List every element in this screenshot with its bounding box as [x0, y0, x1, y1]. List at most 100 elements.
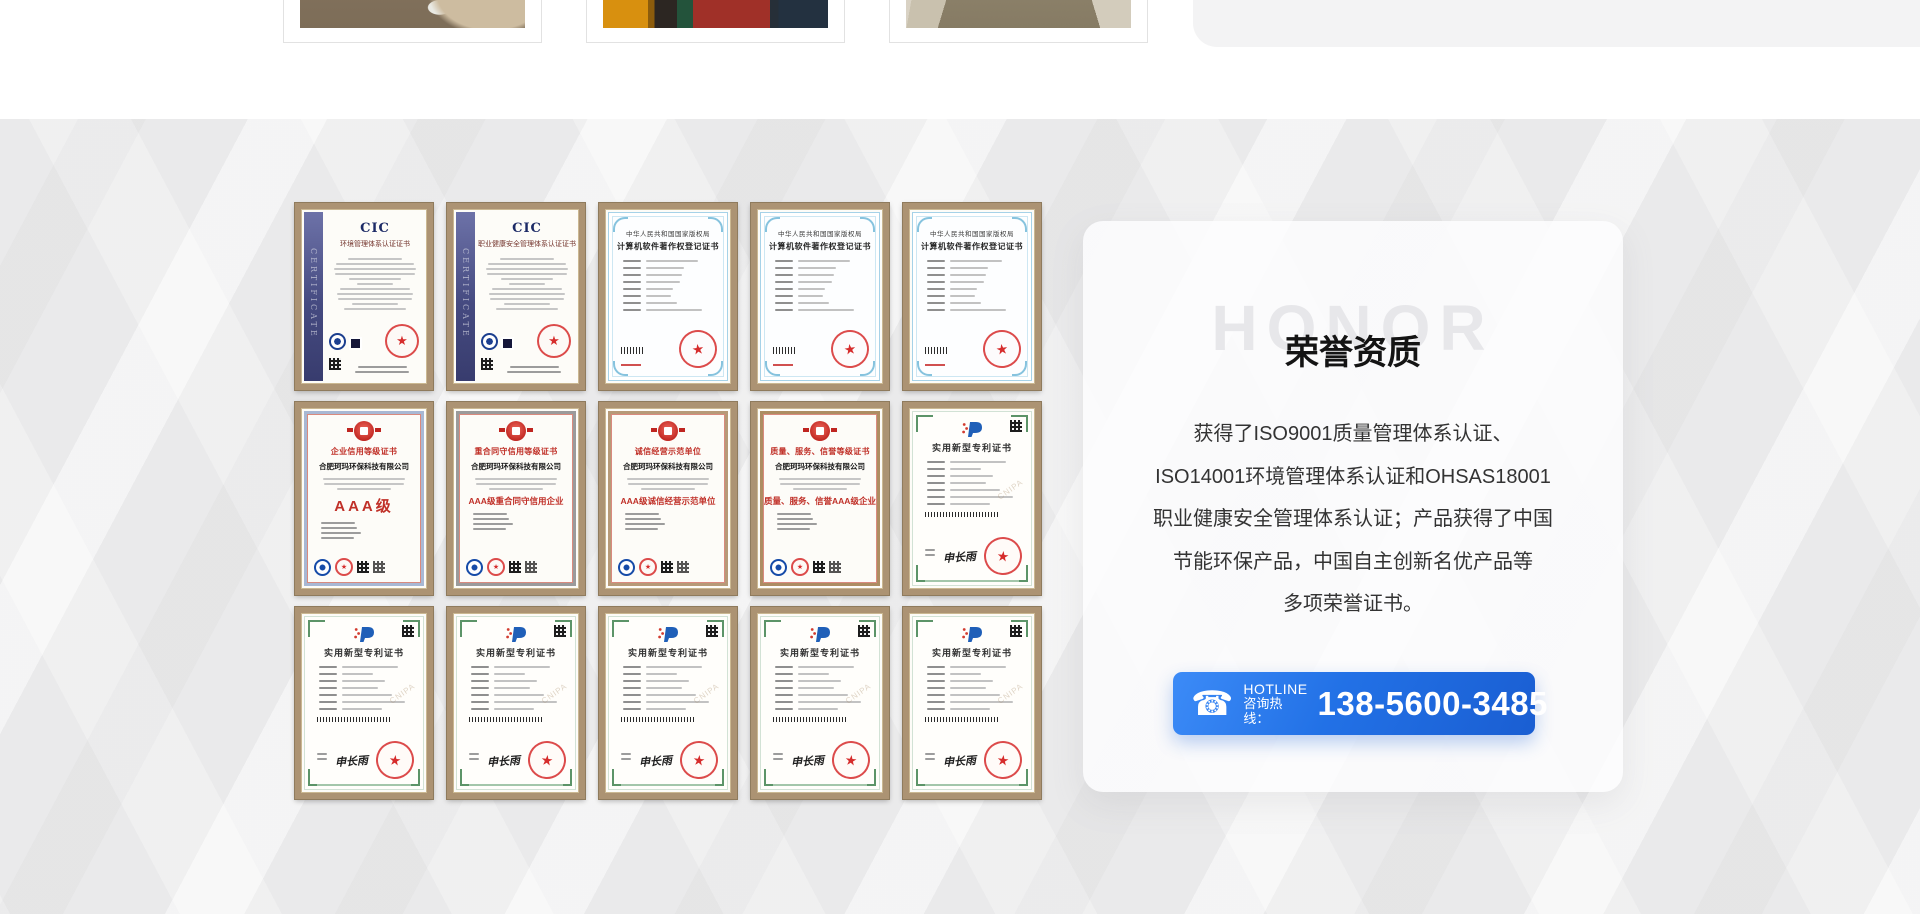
certificate-patent[interactable]: 实用新型专利证书申长雨★CNIPA [903, 402, 1041, 595]
field-label [927, 281, 945, 283]
certificate-paper: 诚信经营示范单位合肥珂玛环保科技有限公司AAA级诚信经营示范单位★ [605, 408, 731, 589]
field-row [927, 680, 1017, 682]
signer-title [317, 750, 327, 763]
field-row [319, 708, 409, 710]
field-label [623, 701, 641, 703]
field-value [646, 666, 702, 668]
project-photo-card-3[interactable] [889, 0, 1148, 43]
field-value [950, 694, 1000, 696]
accreditation-mark-icon [349, 337, 362, 350]
text-line [489, 488, 543, 490]
certificate-patent[interactable]: 实用新型专利证书申长雨★CNIPA [751, 607, 889, 799]
field-label [623, 687, 641, 689]
registration-number [621, 364, 641, 366]
field-row [471, 666, 561, 668]
field-row [775, 302, 865, 304]
certificate-paper: CERTIFICATECIC职业健康安全管理体系认证证书★ [453, 209, 579, 384]
field-row [927, 267, 1017, 269]
certificate-copyright[interactable]: 中华人民共和国国家版权局计算机软件著作权登记证书★ [599, 203, 737, 390]
commissioner-signature: 申长雨 [334, 752, 368, 770]
field-row [623, 687, 713, 689]
field-value [798, 694, 848, 696]
certificate-copyright[interactable]: 中华人民共和国国家版权局计算机软件著作权登记证书★ [751, 203, 889, 390]
certificate-body-text [319, 478, 409, 490]
field-label [623, 708, 641, 710]
text-line [335, 273, 414, 275]
barcode [773, 347, 797, 354]
certificate-body-text [623, 478, 713, 490]
certificate-paper: 实用新型专利证书申长雨★CNIPA [909, 613, 1035, 793]
field-value [646, 302, 677, 304]
qr-code [661, 561, 673, 573]
field-value [646, 288, 673, 290]
red-star-seal: ★ [335, 558, 353, 576]
text-line [625, 518, 661, 520]
field-value [950, 673, 981, 675]
barcode [925, 512, 998, 517]
certificate-credit[interactable]: 重合同守信用等级证书合肥珂玛环保科技有限公司AAA级重合同守信用企业★ [447, 402, 585, 595]
text-line [625, 523, 665, 525]
field-row [623, 666, 713, 668]
field-value [798, 267, 836, 269]
certificate-paper: 企业信用等级证书合肥珂玛环保科技有限公司AAA级★ [301, 408, 427, 589]
field-value [494, 687, 530, 689]
field-label [319, 680, 337, 682]
field-label [623, 295, 641, 297]
text-line [500, 258, 555, 260]
field-row [623, 288, 713, 290]
field-label [927, 468, 945, 470]
text-line [489, 293, 565, 295]
certificate-patent[interactable]: 实用新型专利证书申长雨★CNIPA [447, 607, 585, 799]
hotline-label-en: HOTLINE [1243, 681, 1307, 697]
certificate-credit[interactable]: 企业信用等级证书合肥珂玛环保科技有限公司AAA级★ [295, 402, 433, 595]
certificate-dates [625, 513, 711, 530]
field-label [927, 295, 945, 297]
certificate-patent[interactable]: 实用新型专利证书申长雨★CNIPA [903, 607, 1041, 799]
blue-badge-icon [770, 559, 787, 576]
text-line [323, 478, 406, 480]
certificate-patent[interactable]: 实用新型专利证书申长雨★CNIPA [295, 607, 433, 799]
certificate-title: 计算机软件著作权登记证书 [761, 241, 879, 252]
field-value [646, 694, 696, 696]
field-value [950, 267, 988, 269]
certificate-cic[interactable]: CERTIFICATECIC职业健康安全管理体系认证证书★ [447, 203, 585, 390]
certificate-border: 中华人民共和国国家版权局计算机软件著作权登记证书★ [760, 212, 880, 381]
project-photo-card-1[interactable] [283, 0, 542, 43]
credit-medal-icon [354, 421, 374, 441]
field-row [471, 680, 561, 682]
field-row [319, 687, 409, 689]
hotline-button[interactable]: ☎ HOTLINE 咨询热线： 138-5600-3485 [1173, 672, 1535, 735]
credit-grade: 质量、服务、信誉AAA级企业 [763, 495, 877, 507]
certificate-patent[interactable]: 实用新型专利证书申长雨★CNIPA [599, 607, 737, 799]
field-label [471, 694, 489, 696]
field-row [623, 673, 713, 675]
field-value [798, 680, 841, 682]
qr-code [677, 561, 689, 573]
certificate-side-band: CERTIFICATE [456, 212, 475, 381]
certificate-paper: 实用新型专利证书申长雨★CNIPA [301, 613, 427, 793]
field-value [950, 260, 1002, 262]
qr-code [1010, 420, 1022, 432]
certificate-title: 环境管理体系认证证书 [326, 239, 424, 249]
text-line [777, 518, 813, 520]
certificate-paper: 实用新型专利证书申长雨★CNIPA [453, 613, 579, 793]
text-line [773, 758, 783, 760]
field-row [927, 666, 1017, 668]
field-label [623, 673, 641, 675]
field-label [319, 666, 337, 668]
field-label [775, 687, 793, 689]
certificate-cic[interactable]: CERTIFICATECIC环境管理体系认证证书★ [295, 203, 433, 390]
project-photo-card-2[interactable] [586, 0, 845, 43]
field-value [342, 687, 378, 689]
field-value [494, 680, 537, 682]
certificate-credit[interactable]: 诚信经营示范单位合肥珂玛环保科技有限公司AAA级诚信经营示范单位★ [599, 402, 737, 595]
text-line [337, 293, 413, 295]
certificate-copyright[interactable]: 中华人民共和国国家版权局计算机软件著作权登记证书★ [903, 203, 1041, 390]
credit-medal-icon [658, 421, 678, 441]
cic-badge-icon [329, 333, 346, 350]
blue-badge-icon [466, 559, 483, 576]
field-label [775, 295, 793, 297]
certificate-title: 职业健康安全管理体系认证证书 [478, 239, 576, 249]
field-label [927, 496, 945, 498]
certificate-credit[interactable]: 质量、服务、信誉等级证书合肥珂玛环保科技有限公司质量、服务、信誉AAA级企业★ [751, 402, 889, 595]
